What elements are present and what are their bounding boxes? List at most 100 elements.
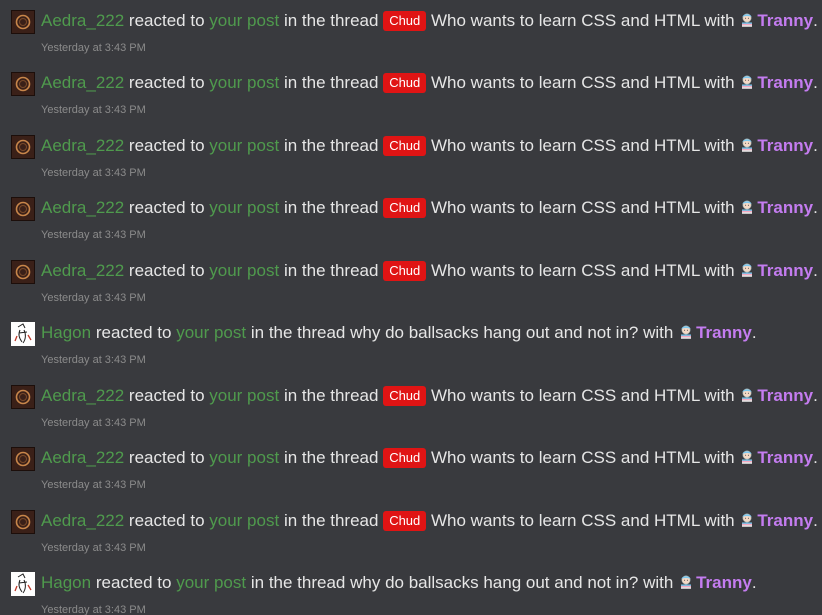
username-link[interactable]: Aedra_222 — [41, 73, 124, 92]
username-link[interactable]: Aedra_222 — [41, 261, 124, 280]
tranny-flag-emoji-icon — [678, 324, 694, 340]
sentence-period: . — [751, 573, 757, 592]
user-avatar-ring-icon[interactable] — [11, 447, 35, 471]
alert-item[interactable]: Aedra_222 reacted to your post in the th… — [0, 71, 822, 125]
tranny-flag-emoji-icon — [739, 512, 755, 528]
alert-text: Aedra_222 reacted to your post in the th… — [41, 384, 818, 408]
reaction-name[interactable]: Tranny — [757, 136, 813, 155]
reaction-name[interactable]: Tranny — [757, 198, 813, 217]
user-avatar-ring-icon[interactable] — [11, 197, 35, 221]
user-avatar-ring-icon[interactable] — [11, 135, 35, 159]
username-link[interactable]: Aedra_222 — [41, 198, 124, 217]
thread-title-link[interactable]: why do ballsacks hang out and not in? — [350, 573, 638, 592]
thread-prefix-badge[interactable]: Chud — [383, 511, 427, 531]
in-thread-text: in the thread — [283, 261, 379, 280]
thread-prefix-badge[interactable]: Chud — [383, 261, 427, 281]
thread-title-link[interactable]: Who wants to learn CSS and HTML — [431, 73, 700, 92]
tranny-flag-emoji-icon — [678, 574, 694, 590]
username-link[interactable]: Aedra_222 — [41, 386, 124, 405]
thread-title-link[interactable]: Who wants to learn CSS and HTML — [431, 261, 700, 280]
alert-action-text: reacted to — [128, 448, 205, 467]
alert-item[interactable]: Hagon reacted to your post in the thread… — [0, 571, 822, 615]
post-link[interactable]: your post — [209, 511, 279, 530]
thread-prefix-badge[interactable]: Chud — [383, 386, 427, 406]
alert-item[interactable]: Aedra_222 reacted to your post in the th… — [0, 9, 822, 63]
user-avatar-ring-icon[interactable] — [11, 10, 35, 34]
username-link[interactable]: Aedra_222 — [41, 136, 124, 155]
thread-prefix-badge[interactable]: Chud — [383, 198, 427, 218]
reaction-name[interactable]: Tranny — [757, 73, 813, 92]
sentence-period: . — [813, 448, 818, 467]
user-avatar-ring-icon[interactable] — [11, 510, 35, 534]
alert-timestamp: Yesterday at 3:43 PM — [41, 167, 146, 179]
reaction-name[interactable]: Tranny — [757, 511, 813, 530]
username-link[interactable]: Aedra_222 — [41, 448, 124, 467]
alert-item[interactable]: Aedra_222 reacted to your post in the th… — [0, 259, 822, 313]
thread-prefix-badge[interactable]: Chud — [383, 11, 427, 31]
alert-timestamp: Yesterday at 3:43 PM — [41, 292, 146, 304]
thread-title-link[interactable]: Who wants to learn CSS and HTML — [431, 448, 700, 467]
post-link[interactable]: your post — [209, 198, 279, 217]
alert-timestamp: Yesterday at 3:43 PM — [41, 542, 146, 554]
username-link[interactable]: Aedra_222 — [41, 11, 124, 30]
username-link[interactable]: Hagon — [41, 323, 91, 342]
reaction-name[interactable]: Tranny — [757, 386, 813, 405]
post-link[interactable]: your post — [209, 11, 279, 30]
user-avatar-sketch-icon[interactable] — [11, 322, 35, 346]
post-link[interactable]: your post — [176, 573, 246, 592]
alert-item[interactable]: Hagon reacted to your post in the thread… — [0, 321, 822, 375]
in-thread-text: in the thread — [250, 323, 346, 342]
reaction-name[interactable]: Tranny — [757, 448, 813, 467]
with-text: with — [704, 386, 735, 405]
thread-prefix-badge[interactable]: Chud — [383, 448, 427, 468]
user-avatar-ring-icon[interactable] — [11, 385, 35, 409]
reaction-name[interactable]: Tranny — [696, 323, 752, 342]
user-avatar-ring-icon[interactable] — [11, 260, 35, 284]
in-thread-text: in the thread — [283, 198, 379, 217]
in-thread-text: in the thread — [250, 573, 346, 592]
alert-item[interactable]: Aedra_222 reacted to your post in the th… — [0, 134, 822, 188]
with-text: with — [643, 573, 674, 592]
alert-item[interactable]: Aedra_222 reacted to your post in the th… — [0, 196, 822, 250]
sentence-period: . — [813, 386, 818, 405]
with-text: with — [704, 198, 735, 217]
thread-title-link[interactable]: Who wants to learn CSS and HTML — [431, 136, 700, 155]
username-link[interactable]: Hagon — [41, 573, 91, 592]
alert-item[interactable]: Aedra_222 reacted to your post in the th… — [0, 509, 822, 563]
thread-prefix-badge[interactable]: Chud — [383, 73, 427, 93]
alert-action-text: reacted to — [95, 323, 172, 342]
alert-text: Aedra_222 reacted to your post in the th… — [41, 446, 818, 470]
reaction-name[interactable]: Tranny — [757, 261, 813, 280]
reaction-name[interactable]: Tranny — [696, 573, 752, 592]
thread-title-link[interactable]: Who wants to learn CSS and HTML — [431, 198, 700, 217]
tranny-flag-emoji-icon — [739, 449, 755, 465]
thread-title-link[interactable]: Who wants to learn CSS and HTML — [431, 386, 700, 405]
tranny-flag-emoji-icon — [739, 137, 755, 153]
alert-timestamp: Yesterday at 3:43 PM — [41, 104, 146, 116]
thread-title-link[interactable]: why do ballsacks hang out and not in? — [350, 323, 638, 342]
username-link[interactable]: Aedra_222 — [41, 511, 124, 530]
alert-item[interactable]: Aedra_222 reacted to your post in the th… — [0, 446, 822, 500]
in-thread-text: in the thread — [283, 386, 379, 405]
post-link[interactable]: your post — [209, 73, 279, 92]
alert-timestamp: Yesterday at 3:43 PM — [41, 479, 146, 491]
thread-title-link[interactable]: Who wants to learn CSS and HTML — [431, 11, 700, 30]
alert-text: Aedra_222 reacted to your post in the th… — [41, 71, 818, 95]
alert-text: Aedra_222 reacted to your post in the th… — [41, 509, 818, 533]
post-link[interactable]: your post — [209, 386, 279, 405]
thread-title-link[interactable]: Who wants to learn CSS and HTML — [431, 511, 700, 530]
user-avatar-sketch-icon[interactable] — [11, 572, 35, 596]
alert-action-text: reacted to — [128, 11, 205, 30]
post-link[interactable]: your post — [176, 323, 246, 342]
post-link[interactable]: your post — [209, 448, 279, 467]
post-link[interactable]: your post — [209, 261, 279, 280]
thread-prefix-badge[interactable]: Chud — [383, 136, 427, 156]
alert-action-text: reacted to — [128, 136, 205, 155]
with-text: with — [704, 11, 735, 30]
reaction-name[interactable]: Tranny — [757, 11, 813, 30]
alert-item[interactable]: Aedra_222 reacted to your post in the th… — [0, 384, 822, 438]
in-thread-text: in the thread — [283, 11, 379, 30]
user-avatar-ring-icon[interactable] — [11, 72, 35, 96]
post-link[interactable]: your post — [209, 136, 279, 155]
with-text: with — [704, 261, 735, 280]
